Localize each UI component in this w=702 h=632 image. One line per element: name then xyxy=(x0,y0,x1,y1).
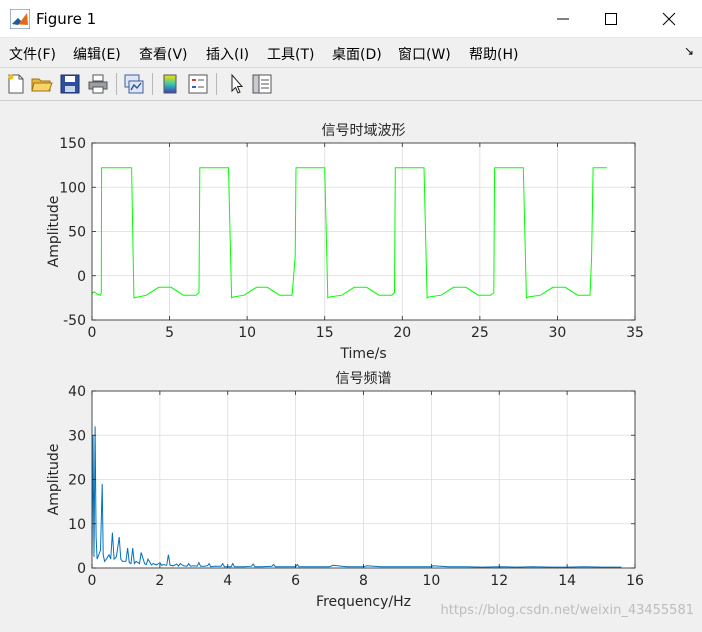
toolbar xyxy=(0,68,702,101)
property-editor-button[interactable] xyxy=(250,72,274,96)
close-icon xyxy=(662,12,676,26)
x-tick-label: 6 xyxy=(291,573,300,589)
x-tick-label: 25 xyxy=(471,325,489,341)
menu-file[interactable]: 文件(F) xyxy=(9,44,56,64)
y-tick-label: 40 xyxy=(68,384,86,400)
menu-insert[interactable]: 插入(I) xyxy=(206,44,249,64)
x-tick-label: 2 xyxy=(155,573,164,589)
x-tick-label: 35 xyxy=(626,325,644,341)
open-file-button[interactable] xyxy=(30,72,54,96)
y-tick-label: 20 xyxy=(68,473,86,489)
y-tick-label: 0 xyxy=(77,561,86,577)
colorbar-icon xyxy=(163,74,177,94)
y-tick-label: 30 xyxy=(68,428,86,444)
save-button[interactable] xyxy=(58,72,82,96)
link-plot-icon xyxy=(124,74,144,94)
menu-help[interactable]: 帮助(H) xyxy=(469,44,518,64)
spectrum-axes[interactable]: 0 2 4 6 8 10 12 14 16 0 10 20 30 40 信号频谱 Frequency/Hz Am… xyxy=(46,371,644,610)
y-axis-label: Amplitude xyxy=(46,196,62,268)
minimize-button[interactable] xyxy=(540,0,586,38)
menu-edit[interactable]: 编辑(E) xyxy=(73,44,121,64)
y-tick-label: 0 xyxy=(77,269,86,285)
maximize-button[interactable] xyxy=(588,0,634,38)
x-tick-label: 10 xyxy=(422,573,440,589)
link-plot-button[interactable] xyxy=(122,72,146,96)
x-tick-label: 0 xyxy=(88,325,97,341)
x-axis-label: Frequency/Hz xyxy=(316,594,411,610)
x-tick-label: 14 xyxy=(558,573,576,589)
pointer-button[interactable] xyxy=(224,72,248,96)
property-editor-icon xyxy=(252,74,272,94)
print-button[interactable] xyxy=(86,72,110,96)
y-tick-label: 100 xyxy=(59,180,86,196)
toolbar-separator xyxy=(216,73,217,95)
new-figure-button[interactable] xyxy=(4,72,28,96)
figure-canvas[interactable]: 0 5 10 15 20 25 30 35 -50 0 50 100 150 信号时域波形 Time/s Am… xyxy=(0,101,702,628)
matlab-logo-icon xyxy=(10,9,30,29)
x-tick-label: 5 xyxy=(165,325,174,341)
y-tick-label: -50 xyxy=(63,313,86,329)
legend-button[interactable] xyxy=(186,72,210,96)
x-tick-label: 4 xyxy=(223,573,232,589)
print-icon xyxy=(88,74,108,94)
x-tick-label: 0 xyxy=(88,573,97,589)
x-tick-label: 16 xyxy=(626,573,644,589)
toolbar-separator xyxy=(152,73,153,95)
x-axis-label: Time/s xyxy=(339,346,386,362)
x-tick-label: 30 xyxy=(549,325,567,341)
x-tick-label: 12 xyxy=(490,573,508,589)
new-figure-icon xyxy=(8,74,24,94)
chart-title: 信号时域波形 xyxy=(322,123,406,139)
y-tick-label: 10 xyxy=(68,517,86,533)
x-tick-label: 15 xyxy=(316,325,334,341)
menu-desktop[interactable]: 桌面(D) xyxy=(332,44,382,64)
toolbar-separator xyxy=(116,73,117,95)
title-bar: Figure 1 xyxy=(0,0,702,38)
time-domain-axes[interactable]: 0 5 10 15 20 25 30 35-50050100150信号时域波形Time/sAm… xyxy=(46,123,644,362)
minimize-icon xyxy=(557,18,569,20)
menu-bar: 文件(F) 编辑(E) 查看(V) 插入(I) 工具(T) 桌面(D) 窗口(W… xyxy=(0,38,702,68)
menu-window[interactable]: 窗口(W) xyxy=(398,44,451,64)
y-axis-label: Amplitude xyxy=(46,444,62,516)
close-button[interactable] xyxy=(646,0,692,38)
y-tick-label: 50 xyxy=(68,225,86,241)
colorbar-button[interactable] xyxy=(158,72,182,96)
maximize-icon xyxy=(605,13,617,25)
menu-tools[interactable]: 工具(T) xyxy=(267,44,314,64)
y-tick-label: 150 xyxy=(59,136,86,152)
figure-plots: 0 5 10 15 20 25 30 35-50050100150信号时域波形Time/sAm… xyxy=(46,123,694,618)
legend-icon xyxy=(188,74,208,94)
x-tick-label: 8 xyxy=(359,573,368,589)
dock-arrow-icon[interactable]: ↘ xyxy=(684,44,694,58)
pointer-icon xyxy=(231,73,244,94)
open-file-icon xyxy=(31,78,53,92)
x-tick-label: 10 xyxy=(238,325,256,341)
x-tick-label: 20 xyxy=(393,325,411,341)
chart-title: 信号频谱 xyxy=(336,371,392,387)
watermark: https://blog.csdn.net/weixin_43455581 xyxy=(440,603,694,618)
window-title: Figure 1 xyxy=(36,10,97,28)
menu-view[interactable]: 查看(V) xyxy=(139,44,188,64)
save-icon xyxy=(60,74,80,94)
